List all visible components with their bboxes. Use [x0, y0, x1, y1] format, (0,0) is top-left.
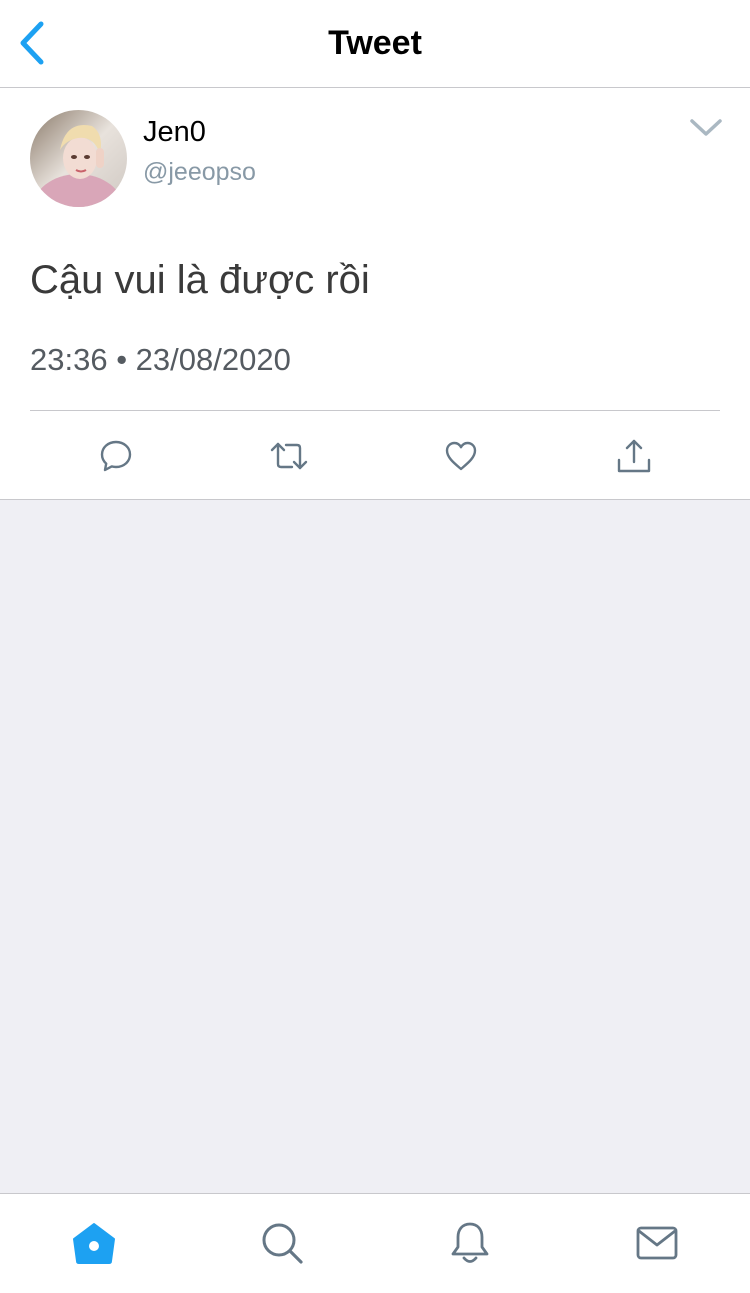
- bell-icon: [451, 1222, 489, 1263]
- heart-icon: [445, 441, 477, 471]
- avatar-image: [30, 110, 127, 207]
- tweet-card: Jen0 @jeeopso Cậu vui là được rồi 23:36 …: [0, 88, 750, 500]
- tab-search[interactable]: [257, 1218, 307, 1268]
- author-handle[interactable]: @jeeopso: [143, 158, 256, 187]
- tweet-text: Cậu vui là được rồi: [30, 258, 370, 302]
- navigation-bar: Tweet: [0, 0, 750, 88]
- tweet-menu-button[interactable]: [684, 110, 728, 146]
- share-button[interactable]: [610, 432, 658, 480]
- retweet-button[interactable]: [265, 432, 313, 480]
- page-title: Tweet: [328, 24, 422, 62]
- tab-notifications[interactable]: [445, 1218, 495, 1268]
- mail-icon: [636, 1226, 678, 1260]
- tab-messages[interactable]: [632, 1218, 682, 1268]
- home-icon: [73, 1223, 115, 1264]
- retweet-icon: [270, 442, 308, 470]
- like-button[interactable]: [437, 432, 485, 480]
- reply-button[interactable]: [92, 432, 140, 480]
- tab-bar: [0, 1193, 750, 1293]
- search-icon: [262, 1223, 303, 1264]
- tab-home[interactable]: [69, 1218, 119, 1268]
- tweet-detail-screen: Tweet Jen0 @jeeopso Cậu vui là được rồi …: [0, 0, 750, 1293]
- share-icon: [617, 439, 651, 473]
- author-display-name[interactable]: Jen0: [143, 116, 206, 149]
- avatar[interactable]: [30, 110, 127, 207]
- chevron-down-icon: [690, 119, 722, 136]
- divider: [30, 410, 720, 411]
- tweet-timestamp: 23:36 • 23/08/2020: [30, 342, 291, 377]
- speech-bubble-icon: [100, 440, 132, 472]
